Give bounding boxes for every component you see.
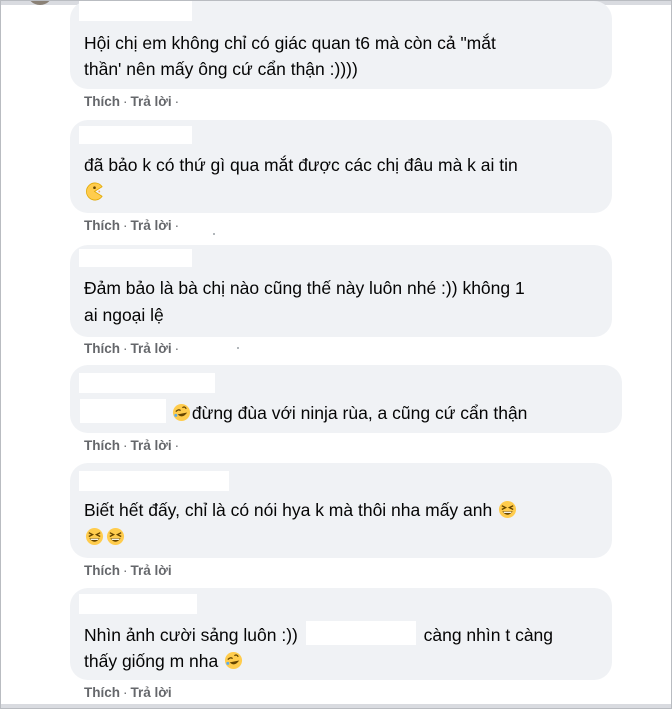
comment-text-line: Hội chị em không chỉ có giác quan t6 mà … xyxy=(84,33,496,53)
reply-link[interactable]: Trả lời xyxy=(131,685,172,700)
stray-mark xyxy=(213,233,215,235)
comment-actions: Thích · Trả lời xyxy=(84,685,172,700)
comment-bubble: đừng đùa với ninja rùa, a cũng cứ cẩn th… xyxy=(70,365,622,433)
separator-dot: · xyxy=(174,438,180,453)
comment-text-line: đừng đùa với ninja rùa, a cũng cứ cẩn th… xyxy=(80,399,527,426)
comment-actions: Thích · Trả lời · xyxy=(84,438,182,453)
rolling-laughing-emoji-icon xyxy=(172,403,190,422)
separator-dot: · xyxy=(123,94,128,109)
comment-thread: Hội chị em không chỉ có giác quan t6 mà … xyxy=(0,0,672,709)
comment-text-line: thấy giống m nha xyxy=(84,648,244,674)
comment-text-line: Đảm bảo là bà chị nào cũng thế này luôn … xyxy=(84,278,525,298)
comment-5: Biết hết đấy, chỉ là có nói hya k mà thô… xyxy=(70,463,612,578)
redacted-mention[interactable] xyxy=(80,399,166,423)
reply-link[interactable]: Trả lời xyxy=(131,218,172,233)
like-link[interactable]: Thích xyxy=(84,341,120,356)
reply-link[interactable]: Trả lời xyxy=(131,341,172,356)
comment-bubble: Biết hết đấy, chỉ là có nói hya k mà thô… xyxy=(70,463,612,558)
comment-text-line xyxy=(84,179,105,205)
redacted-author-name[interactable] xyxy=(79,471,229,491)
separator-dot: · xyxy=(123,438,128,453)
redacted-author-name[interactable] xyxy=(79,249,192,267)
comment-actions: Thích · Trả lời xyxy=(84,563,172,578)
rolling-laughing-emoji-icon xyxy=(225,651,243,670)
reply-link[interactable]: Trả lời xyxy=(131,94,172,109)
comment-2: đã bảo k có thứ gì qua mắt được các chị … xyxy=(70,120,612,233)
comment-text: đừng đùa với ninja rùa, a cũng cứ cẩn th… xyxy=(191,403,528,423)
like-link[interactable]: Thích xyxy=(84,218,120,233)
comment-text-line: Nhìn ảnh cười sảng luôn :)) càng nhìn t … xyxy=(84,621,553,648)
separator-dot: · xyxy=(123,685,128,700)
grinning-squinting-emoji-icon xyxy=(85,527,104,546)
comment-text-line: ai ngoại lệ xyxy=(84,305,164,325)
separator-dot: · xyxy=(123,563,128,578)
redacted-author-name[interactable] xyxy=(79,594,197,614)
separator-dot: · xyxy=(174,94,180,109)
redacted-author-name[interactable] xyxy=(79,126,192,144)
comment-actions: Thích · Trả lời · xyxy=(84,94,182,109)
redacted-author-name[interactable] xyxy=(79,373,215,393)
comment-text-line: Biết hết đấy, chỉ là có nói hya k mà thô… xyxy=(84,497,518,523)
separator-dot: · xyxy=(123,218,128,233)
like-link[interactable]: Thích xyxy=(84,94,120,109)
comment-text-line xyxy=(84,524,126,550)
redacted-mention[interactable] xyxy=(305,621,416,645)
redacted-author-name[interactable] xyxy=(79,1,192,21)
reply-link[interactable]: Trả lời xyxy=(131,563,172,578)
bottom-border xyxy=(1,704,671,708)
grinning-squinting-emoji-icon xyxy=(106,527,125,546)
pacman-emoji-icon xyxy=(86,182,103,201)
reply-link[interactable]: Trả lời xyxy=(131,438,172,453)
comment-3: Đảm bảo là bà chị nào cũng thế này luôn … xyxy=(70,245,612,356)
comment-bubble: Nhìn ảnh cười sảng luôn :)) càng nhìn t … xyxy=(70,588,612,680)
comment-text-line: đã bảo k có thứ gì qua mắt được các chị … xyxy=(84,155,518,175)
comment-text: càng nhìn t càng xyxy=(423,625,554,645)
comment-actions: Thích · Trả lời · xyxy=(84,341,182,356)
separator-dot: · xyxy=(174,341,180,356)
comment-4: đừng đùa với ninja rùa, a cũng cứ cẩn th… xyxy=(70,365,622,453)
grinning-squinting-emoji-icon xyxy=(499,500,517,519)
comment-6: Nhìn ảnh cười sảng luôn :)) càng nhìn t … xyxy=(70,588,612,700)
comment-text: Biết hết đấy, chỉ là có nói hya k mà thô… xyxy=(84,500,493,520)
like-link[interactable]: Thích xyxy=(84,685,120,700)
comment-text-line: thần' nên mấy ông cứ cẩn thận :)))) xyxy=(84,59,358,79)
like-link[interactable]: Thích xyxy=(84,563,120,578)
comment-actions: Thích · Trả lời · xyxy=(84,218,182,233)
comment-bubble: Hội chị em không chỉ có giác quan t6 mà … xyxy=(70,1,612,89)
separator-dot: · xyxy=(174,218,180,233)
comment-text: Nhìn ảnh cười sảng luôn :)) xyxy=(84,625,298,645)
like-link[interactable]: Thích xyxy=(84,438,120,453)
comment-bubble: đã bảo k có thứ gì qua mắt được các chị … xyxy=(70,120,612,213)
comment-text: thấy giống m nha xyxy=(84,651,219,671)
comment-1: Hội chị em không chỉ có giác quan t6 mà … xyxy=(70,1,612,109)
stray-mark xyxy=(237,347,239,349)
separator-dot: · xyxy=(123,341,128,356)
comment-bubble: Đảm bảo là bà chị nào cũng thế này luôn … xyxy=(70,245,612,337)
